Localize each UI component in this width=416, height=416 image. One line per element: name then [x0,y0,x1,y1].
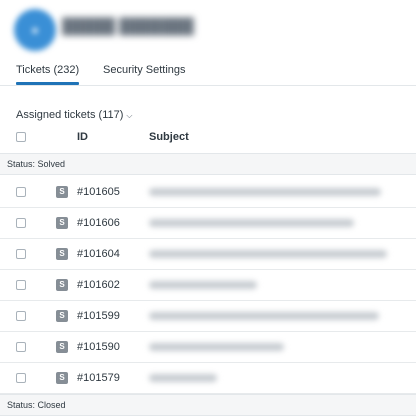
status-badge: S [56,372,68,384]
status-badge: S [56,310,68,322]
status-badge: S [56,248,68,260]
table-row[interactable]: S #101599 [0,301,416,332]
ticket-id[interactable]: #101579 [77,372,120,384]
row-checkbox[interactable] [16,311,26,321]
tab-security-settings[interactable]: Security Settings [103,64,186,76]
subject-redacted [149,188,381,196]
tabs-divider [0,85,416,86]
subject-redacted [149,250,387,258]
table-row[interactable]: S #101590 [0,332,416,363]
ticket-id[interactable]: #101605 [77,186,120,198]
subject-redacted [149,343,284,351]
group-header-solved: Status: Solved [0,153,416,175]
status-badge: S [56,186,68,198]
table-row[interactable]: S #101605 [0,177,416,208]
table-row[interactable]: S #101604 [0,239,416,270]
ticket-id[interactable]: #101602 [77,279,120,291]
user-name-redacted: █████ ███████ [62,18,194,35]
avatar-icon: ● [31,23,39,37]
avatar: ● [14,9,56,51]
row-checkbox[interactable] [16,187,26,197]
ticket-id[interactable]: #101604 [77,248,120,260]
user-profile-header: ● █████ ███████ [0,0,416,60]
table-row[interactable]: S #101606 [0,208,416,239]
ticket-id[interactable]: #101590 [77,341,120,353]
select-all-checkbox[interactable] [16,132,26,142]
subject-redacted [149,281,257,289]
row-checkbox[interactable] [16,280,26,290]
group-header-closed: Status: Closed [0,394,416,416]
row-checkbox[interactable] [16,218,26,228]
status-badge: S [56,279,68,291]
column-header-subject[interactable]: Subject [149,131,189,143]
tab-bar: Tickets (232) Security Settings [0,64,416,86]
view-title: Assigned tickets (117) [16,109,124,121]
row-checkbox[interactable] [16,373,26,383]
subject-redacted [149,219,354,227]
ticket-id[interactable]: #101606 [77,217,120,229]
status-badge: S [56,341,68,353]
view-selector[interactable]: Assigned tickets (117) ⌵ [16,109,132,121]
ticket-id[interactable]: #101599 [77,310,120,322]
table-header: ID Subject [0,126,416,148]
group-label: Status: Solved [7,159,66,169]
row-checkbox[interactable] [16,249,26,259]
table-row[interactable]: S #101579 [0,363,416,394]
tab-tickets[interactable]: Tickets (232) [16,64,80,85]
column-header-id[interactable]: ID [77,131,88,143]
status-badge: S [56,217,68,229]
chevron-down-icon: ⌵ [126,111,133,120]
subject-redacted [149,312,379,320]
subject-redacted [149,374,217,382]
row-checkbox[interactable] [16,342,26,352]
group-label: Status: Closed [7,400,66,410]
table-row[interactable]: S #101602 [0,270,416,301]
